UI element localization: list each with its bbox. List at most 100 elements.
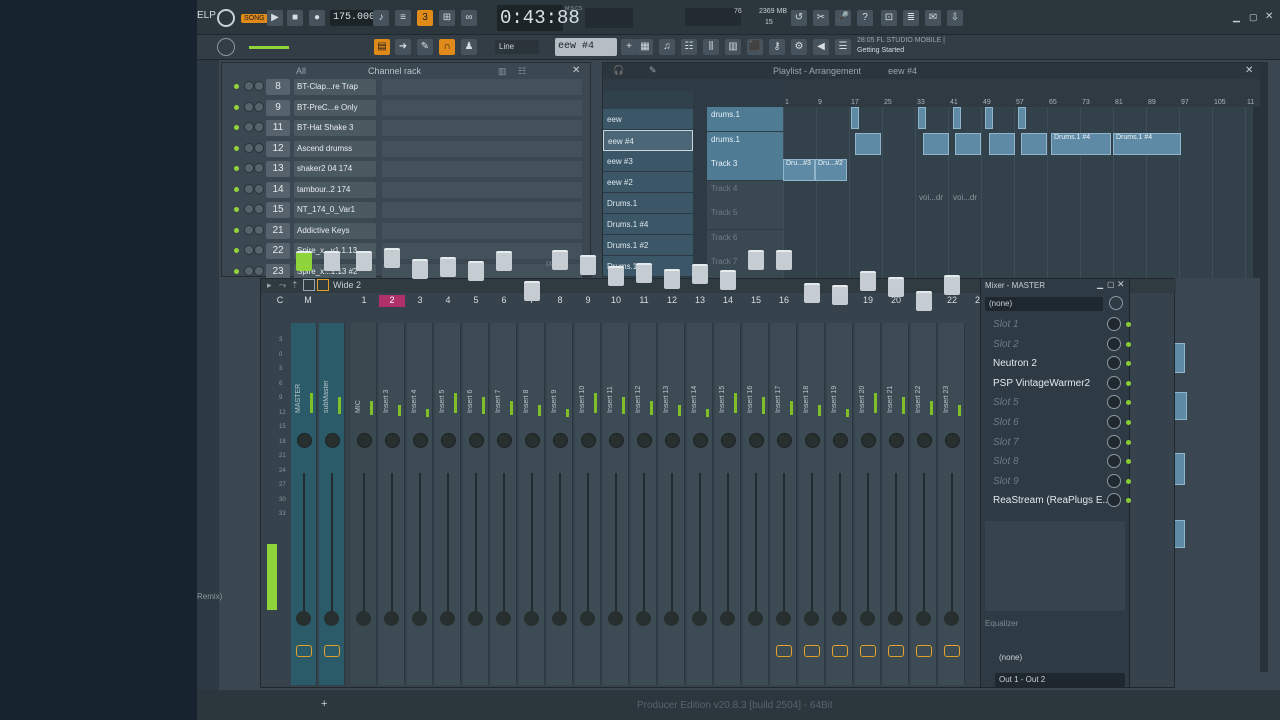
pan-knob[interactable] xyxy=(553,433,568,448)
eq-panel[interactable] xyxy=(985,521,1125,611)
channel-volume-knob[interactable] xyxy=(254,81,264,91)
playlist-close-icon[interactable]: ✕ xyxy=(1245,65,1253,76)
play-icon[interactable]: ▶ xyxy=(267,10,283,26)
channel-mute-led[interactable] xyxy=(234,125,239,130)
volume-fader[interactable] xyxy=(496,251,512,271)
effect-slot[interactable]: Slot 8 xyxy=(985,452,1131,471)
slot-mix-knob[interactable] xyxy=(1107,395,1121,410)
mixer-strip[interactable]: Insert 11 xyxy=(603,266,629,685)
route-button[interactable] xyxy=(888,645,904,657)
help-menu[interactable]: ELP xyxy=(197,10,216,21)
send-knob[interactable] xyxy=(636,611,651,626)
pan-knob[interactable] xyxy=(665,433,680,448)
insert-number[interactable]: 1 xyxy=(351,295,377,307)
stop-icon[interactable]: ■ xyxy=(287,10,303,26)
send-knob[interactable] xyxy=(776,611,791,626)
send-knob[interactable] xyxy=(860,611,875,626)
mixer-strip[interactable]: Insert 23 xyxy=(939,275,965,685)
insert-number[interactable]: 14 xyxy=(715,295,741,307)
volume-fader[interactable] xyxy=(664,269,680,289)
channel-pan-knob[interactable] xyxy=(244,245,254,255)
playlist-headphone-icon[interactable]: 🎧 xyxy=(613,65,624,76)
insert-number[interactable]: 19 xyxy=(855,295,881,307)
mixer-strip[interactable]: Insert 14 xyxy=(687,264,713,685)
channel-row[interactable]: 13 shaker2 04 174 xyxy=(222,159,592,179)
channel-pan-knob[interactable] xyxy=(244,265,254,276)
volume-fader[interactable] xyxy=(860,271,876,291)
track-header[interactable]: Track 4 xyxy=(707,180,783,205)
mixer-strip[interactable]: Insert 10 xyxy=(575,255,601,685)
channel-mute-led[interactable] xyxy=(234,166,239,171)
slot-mix-knob[interactable] xyxy=(1107,336,1121,351)
mixer-panel-close-icon[interactable]: ✕ xyxy=(1117,279,1125,290)
undo-icon[interactable]: ↺ xyxy=(791,10,807,26)
volume-fader[interactable] xyxy=(468,261,484,281)
mixer-strip[interactable]: MIC xyxy=(351,251,377,685)
pan-knob[interactable] xyxy=(805,433,820,448)
pan-knob[interactable] xyxy=(693,433,708,448)
pan-knob[interactable] xyxy=(441,433,456,448)
pan-knob[interactable] xyxy=(749,433,764,448)
slot-enable-led[interactable] xyxy=(1126,341,1131,347)
channel-name[interactable]: tambour..2 174 xyxy=(294,181,376,198)
send-knob[interactable] xyxy=(468,611,483,626)
cut-icon[interactable]: ✂ xyxy=(813,10,829,26)
add-pattern-icon[interactable]: + xyxy=(621,39,637,55)
route-button[interactable] xyxy=(916,645,932,657)
send-knob[interactable] xyxy=(692,611,707,626)
channel-row[interactable]: 11 BT-Hat Shake 3 xyxy=(222,118,592,138)
news-icon[interactable]: ☰ xyxy=(835,39,851,55)
mixer-view-icon[interactable]: ≣ xyxy=(903,10,919,26)
mixer-wide-icon[interactable] xyxy=(317,279,329,291)
snap-dropdown[interactable]: Line xyxy=(495,40,539,54)
mixer-strip[interactable]: Insert 8 xyxy=(519,281,545,685)
mixer-strip[interactable]: Insert 12 xyxy=(631,263,657,685)
channel-volume-knob[interactable] xyxy=(254,183,264,194)
track-header[interactable]: drums.1 xyxy=(707,107,783,131)
channel-row[interactable]: 12 Ascend drumss xyxy=(222,139,592,159)
slot-mix-knob[interactable] xyxy=(1107,356,1121,371)
mixer-icon[interactable]: ⫼ xyxy=(703,39,719,55)
slot-enable-led[interactable] xyxy=(1126,439,1131,445)
channel-mute-led[interactable] xyxy=(234,248,239,253)
song-mode-toggle[interactable]: SONG xyxy=(241,14,268,23)
pan-knob[interactable] xyxy=(385,433,400,448)
effect-slot[interactable]: Neutron 2 xyxy=(985,354,1131,373)
channel-mixer-track[interactable]: 11 xyxy=(266,120,290,136)
metronome-icon[interactable]: ♪ xyxy=(373,10,389,26)
channel-pan-knob[interactable] xyxy=(244,81,254,91)
insert-number[interactable]: 2 xyxy=(379,295,405,307)
route-button[interactable] xyxy=(860,645,876,657)
record-icon[interactable]: ● xyxy=(309,10,325,26)
pan-knob[interactable] xyxy=(581,433,596,448)
input-dropdown[interactable]: (none) xyxy=(995,651,1125,665)
insert-number[interactable]: 13 xyxy=(687,295,713,307)
insert-number[interactable]: 15 xyxy=(743,295,769,307)
mixer-strip[interactable]: Insert 20 xyxy=(855,271,881,685)
mixer-strip[interactable]: Insert 22 xyxy=(911,291,937,685)
pattern-selector[interactable]: eew #4 xyxy=(555,38,617,56)
insert-number[interactable]: 11 xyxy=(631,295,657,307)
mixer-panel-minimize-icon[interactable]: ▁ xyxy=(1097,280,1103,289)
channel-name[interactable]: shaker2 04 174 xyxy=(294,161,376,177)
mic-icon[interactable]: 🎤 xyxy=(835,10,851,26)
effect-slot[interactable]: Slot 6 xyxy=(985,413,1131,432)
mixer-panel-clock-icon[interactable] xyxy=(1109,296,1123,310)
master-pitch-slider[interactable] xyxy=(249,46,289,49)
volume-fader[interactable] xyxy=(356,251,372,271)
mixer-strip[interactable]: Insert 4 xyxy=(407,259,433,685)
mixer-layout-icon[interactable]: ⤳ xyxy=(279,280,286,291)
volume-fader[interactable] xyxy=(636,263,652,283)
volume-fader[interactable] xyxy=(748,250,764,270)
link-icon[interactable]: ⚷ xyxy=(769,39,785,55)
volume-fader[interactable] xyxy=(832,285,848,305)
slot-mix-knob[interactable] xyxy=(1107,454,1121,469)
effect-slot[interactable]: Slot 7 xyxy=(985,433,1131,452)
clip[interactable]: Dru...#2 xyxy=(815,159,847,181)
channel-mixer-track[interactable]: 12 xyxy=(266,140,290,157)
pan-knob[interactable] xyxy=(889,433,904,448)
channel-pan-knob[interactable] xyxy=(244,163,254,173)
countdown-icon[interactable]: ≡ xyxy=(395,10,411,26)
mixer-strip[interactable]: Insert 18 xyxy=(799,283,825,685)
channel-mute-led[interactable] xyxy=(234,145,239,151)
